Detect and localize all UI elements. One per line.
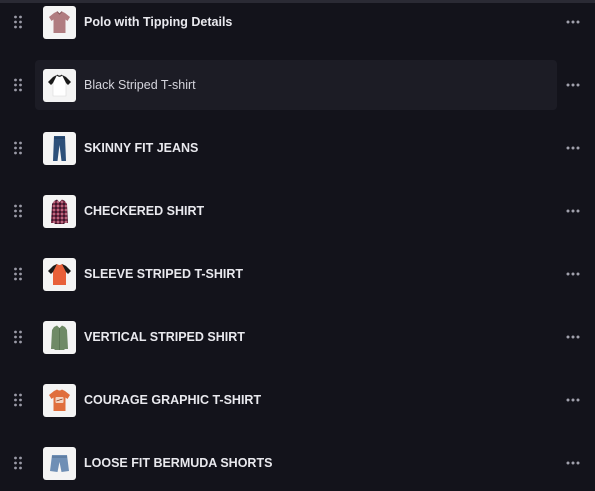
product-row[interactable]: SLEEVE STRIPED T-SHIRT [0, 249, 595, 299]
product-row[interactable]: COURAGE GRAPHIC T-SHIRT [0, 375, 595, 425]
product-row[interactable]: VERTICAL STRIPED SHIRT [0, 312, 595, 362]
drag-handle-icon[interactable] [13, 203, 23, 219]
product-title[interactable]: SLEEVE STRIPED T-SHIRT [84, 266, 243, 282]
jeans-icon[interactable] [43, 132, 76, 165]
product-row[interactable]: SKINNY FIT JEANS [0, 123, 595, 173]
drag-handle-icon[interactable] [13, 77, 23, 93]
more-horizontal-icon[interactable] [565, 79, 581, 91]
product-title[interactable]: VERTICAL STRIPED SHIRT [84, 329, 245, 345]
product-row[interactable]: Polo with Tipping Details [0, 0, 595, 47]
checkered-shirt-icon[interactable] [43, 195, 76, 228]
more-horizontal-icon[interactable] [565, 16, 581, 28]
product-title[interactable]: LOOSE FIT BERMUDA SHORTS [84, 455, 272, 471]
drag-handle-icon[interactable] [13, 140, 23, 156]
raglan-tshirt-icon[interactable] [43, 69, 76, 102]
more-horizontal-icon[interactable] [565, 331, 581, 343]
more-horizontal-icon[interactable] [565, 205, 581, 217]
more-horizontal-icon[interactable] [565, 394, 581, 406]
graphic-tshirt-icon[interactable] [43, 384, 76, 417]
drag-handle-icon[interactable] [13, 14, 23, 30]
more-horizontal-icon[interactable] [565, 142, 581, 154]
more-horizontal-icon[interactable] [565, 268, 581, 280]
product-title[interactable]: CHECKERED SHIRT [84, 203, 204, 219]
product-title[interactable]: Black Striped T-shirt [84, 77, 196, 93]
product-row[interactable]: CHECKERED SHIRT [0, 186, 595, 236]
drag-handle-icon[interactable] [13, 329, 23, 345]
product-title[interactable]: COURAGE GRAPHIC T-SHIRT [84, 392, 261, 408]
product-row[interactable]: LOOSE FIT BERMUDA SHORTS [0, 438, 595, 488]
more-horizontal-icon[interactable] [565, 457, 581, 469]
polo-shirt-icon[interactable] [43, 6, 76, 39]
tshirt-icon[interactable] [43, 258, 76, 291]
product-title[interactable]: Polo with Tipping Details [84, 14, 232, 30]
shirt-icon[interactable] [43, 321, 76, 354]
product-row[interactable]: Black Striped T-shirt [0, 60, 595, 110]
drag-handle-icon[interactable] [13, 455, 23, 471]
drag-handle-icon[interactable] [13, 266, 23, 282]
shorts-icon[interactable] [43, 447, 76, 480]
drag-handle-icon[interactable] [13, 392, 23, 408]
product-title[interactable]: SKINNY FIT JEANS [84, 140, 198, 156]
